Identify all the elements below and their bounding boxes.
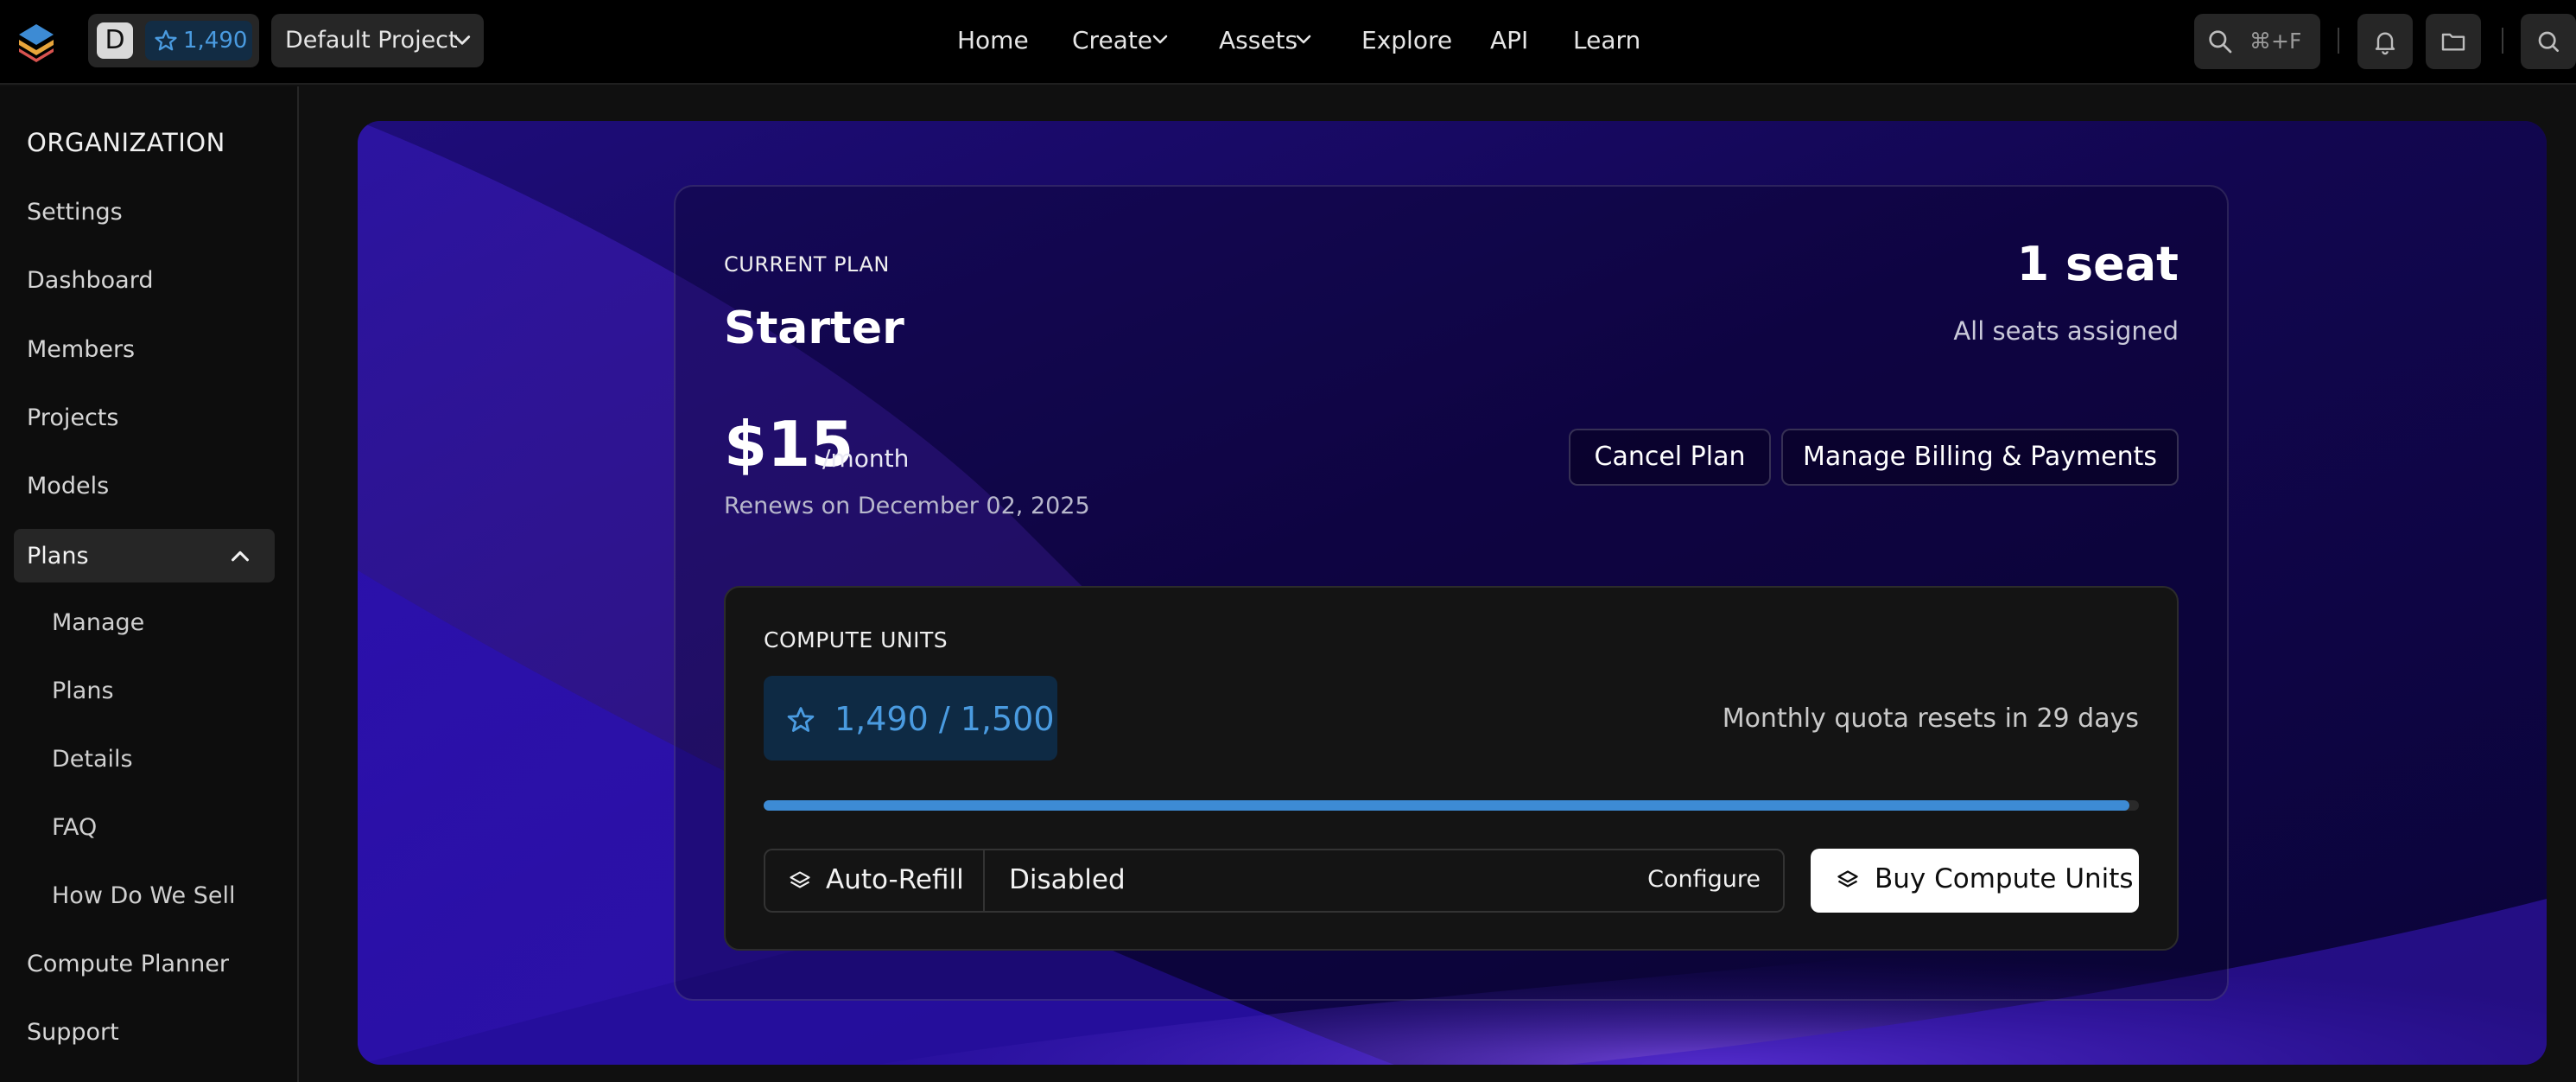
nav-learn[interactable]: Learn — [1573, 26, 1640, 54]
divider — [2338, 28, 2339, 54]
sidebar-subitem-details[interactable]: Details — [52, 746, 133, 773]
chevron-down-icon — [454, 35, 471, 45]
assistant-button[interactable] — [2521, 14, 2576, 69]
sidebar-item-support[interactable]: Support — [27, 1019, 119, 1046]
layers-icon — [790, 871, 810, 888]
chevron-down-icon[interactable] — [1295, 33, 1312, 47]
plan-name: Starter — [724, 302, 904, 354]
sidebar-subitem-plans[interactable]: Plans — [52, 678, 114, 704]
compute-progress-bar — [764, 800, 2139, 811]
sidebar-subitem-faq[interactable]: FAQ — [52, 814, 97, 841]
sidebar: ORGANIZATION Settings Dashboard Members … — [0, 86, 299, 1082]
chevron-up-icon[interactable] — [230, 546, 251, 565]
search-button[interactable]: ⌘+F — [2194, 14, 2320, 69]
cancel-plan-button[interactable]: Cancel Plan — [1569, 429, 1771, 486]
nav-explore[interactable]: Explore — [1361, 26, 1452, 54]
project-selector[interactable]: Default Project — [271, 14, 484, 67]
sidebar-item-label: Plans — [27, 543, 89, 570]
current-plan-label: CURRENT PLAN — [724, 252, 890, 277]
files-button[interactable] — [2426, 14, 2481, 69]
quota-reset-text: Monthly quota resets in 29 days — [1722, 703, 2139, 734]
sidebar-item-members[interactable]: Members — [27, 336, 135, 363]
star-icon — [787, 707, 815, 732]
sidebar-item-projects[interactable]: Projects — [27, 404, 118, 431]
sidebar-item-plans[interactable]: Plans — [14, 529, 275, 582]
buy-compute-units-button[interactable]: Buy Compute Units — [1811, 849, 2139, 913]
logo-icon[interactable] — [16, 21, 57, 62]
search-shortcut: ⌘+F — [2249, 29, 2302, 54]
compute-usage-badge: 1,490 / 1,500 — [764, 676, 1057, 761]
sidebar-subitem-manage[interactable]: Manage — [52, 609, 144, 636]
nav-api[interactable]: API — [1490, 26, 1528, 54]
layers-icon — [1837, 870, 1858, 888]
auto-refill-label-box: Auto-Refill — [765, 850, 985, 911]
seat-count: 1 seat — [2016, 237, 2179, 291]
buy-compute-units-label: Buy Compute Units — [1875, 863, 2134, 894]
sidebar-item-dashboard[interactable]: Dashboard — [27, 267, 153, 294]
credits-count: 1,490 — [183, 28, 248, 54]
seats-status: All seats assigned — [1953, 316, 2179, 346]
credits-badge[interactable]: 1,490 — [145, 21, 252, 60]
chevron-down-icon[interactable] — [1152, 33, 1169, 47]
manage-billing-button[interactable]: Manage Billing & Payments — [1781, 429, 2179, 486]
sidebar-item-models[interactable]: Models — [27, 473, 109, 500]
sidebar-subitem-how-we-sell[interactable]: How Do We Sell — [52, 882, 235, 909]
sidebar-heading: ORGANIZATION — [27, 128, 225, 157]
compute-usage-value: 1,490 / 1,500 — [834, 700, 1055, 738]
price-period: /month — [822, 444, 910, 473]
compute-units-label: COMPUTE UNITS — [764, 627, 949, 652]
renewal-date: Renews on December 02, 2025 — [724, 493, 1090, 519]
nav-home[interactable]: Home — [957, 26, 1029, 54]
search-icon — [2538, 31, 2559, 52]
folder-icon — [2441, 33, 2465, 51]
compute-progress-fill — [764, 800, 2130, 811]
auto-refill-label: Auto-Refill — [826, 864, 964, 895]
notifications-button[interactable] — [2357, 14, 2413, 69]
nav-assets[interactable]: Assets — [1219, 26, 1298, 54]
search-icon — [2209, 30, 2232, 54]
top-bar: D 1,490 Default Project Home Create Asse… — [0, 0, 2576, 85]
configure-button[interactable]: Configure — [1647, 866, 1761, 893]
nav-create[interactable]: Create — [1072, 26, 1152, 54]
account-chip[interactable]: D 1,490 — [88, 14, 259, 67]
star-icon — [155, 29, 177, 51]
sidebar-item-compute-planner[interactable]: Compute Planner — [27, 951, 229, 977]
avatar[interactable]: D — [97, 22, 133, 59]
bell-icon — [2375, 32, 2395, 55]
project-name: Default Project — [285, 27, 458, 54]
auto-refill-bar: Auto-Refill Disabled Configure — [764, 849, 1785, 913]
divider — [2502, 28, 2503, 54]
sidebar-item-settings[interactable]: Settings — [27, 199, 123, 226]
auto-refill-status: Disabled — [1009, 864, 1126, 895]
